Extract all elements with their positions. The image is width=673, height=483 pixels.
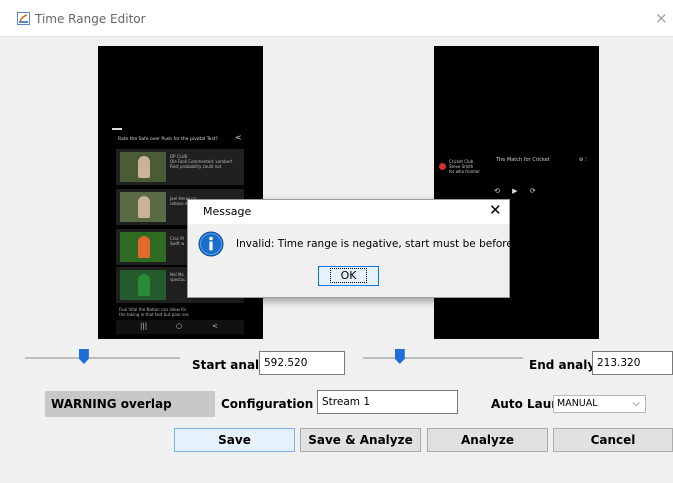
share-icon: < — [235, 133, 242, 142]
avatar — [439, 163, 446, 170]
feed-thumbnail — [120, 152, 166, 182]
feed-card: DP CLUB Ola Faoli Commented: Lambert Res… — [116, 149, 244, 185]
window-close-icon[interactable]: × — [655, 9, 668, 27]
feed-thumbnail — [120, 232, 166, 262]
feed-thumbnail — [120, 270, 166, 300]
chevron-down-icon: ⌵ — [632, 398, 640, 409]
playback-controls: ⟲ ▶ ⟳ — [494, 187, 541, 195]
end-slider-thumb[interactable] — [394, 349, 405, 364]
java-app-icon — [17, 12, 30, 25]
save-button[interactable]: Save — [174, 428, 295, 452]
home-icon: ○ — [176, 322, 183, 330]
auto-launch-dropdown[interactable]: MANUAL ⌵ — [553, 395, 646, 413]
dialog-message: Invalid: Time range is negative, start m… — [236, 238, 557, 250]
preview-header-text: Rate the Safe over Push for the pivotal … — [118, 137, 218, 142]
message-dialog: Message ✕ Invalid: Time range is negativ… — [187, 199, 557, 298]
title-bar: Time Range Editor × — [0, 0, 673, 37]
feed-card-text: Foul Vital the Nation can allow for the … — [119, 307, 189, 317]
time-range-editor-window: Time Range Editor × Rate the Safe over P… — [0, 0, 673, 483]
cancel-button[interactable]: Cancel — [553, 428, 673, 452]
analyze-button[interactable]: Analyze — [427, 428, 548, 452]
auto-launch-value: MANUAL — [557, 398, 598, 409]
feed-card-text: DP CLUB Ola Faoli Commented: Lambert Res… — [170, 154, 233, 169]
dialog-title: Message — [203, 205, 252, 218]
start-slider-thumb[interactable] — [78, 349, 89, 364]
recents-icon: ||| — [140, 322, 148, 330]
video-title: The Match for Cricket — [496, 157, 550, 163]
ok-button-label: OK — [329, 268, 368, 283]
feed-card: Foul Vital the Nation can allow for the … — [116, 306, 244, 319]
warning-overlap-label: WARNING overlap — [45, 391, 215, 417]
save-and-analyze-button[interactable]: Save & Analyze — [300, 428, 421, 452]
configuration-name-field[interactable]: Stream 1 — [317, 390, 458, 414]
progress-indicator — [112, 128, 122, 130]
info-icon — [198, 231, 224, 257]
start-slider-track[interactable] — [25, 357, 180, 359]
end-slider-track[interactable] — [363, 357, 523, 359]
feed-thumbnail — [120, 192, 166, 222]
dialog-close-icon[interactable]: ✕ — [489, 201, 502, 219]
back-icon: < — [212, 322, 218, 330]
video-settings-icon: ⚙ ⁝ — [579, 157, 587, 163]
dialog-title-bar: Message ✕ — [188, 200, 509, 224]
video-meta: Cricket Club Steve Smith for who frontie… — [449, 159, 481, 174]
end-analysis-field[interactable]: 213.320 — [592, 351, 673, 375]
start-analysis-field[interactable]: 592.520 — [259, 351, 345, 375]
android-nav-bar: ||| ○ < — [116, 320, 244, 334]
ok-button[interactable]: OK — [318, 266, 379, 286]
window-title: Time Range Editor — [35, 12, 146, 26]
